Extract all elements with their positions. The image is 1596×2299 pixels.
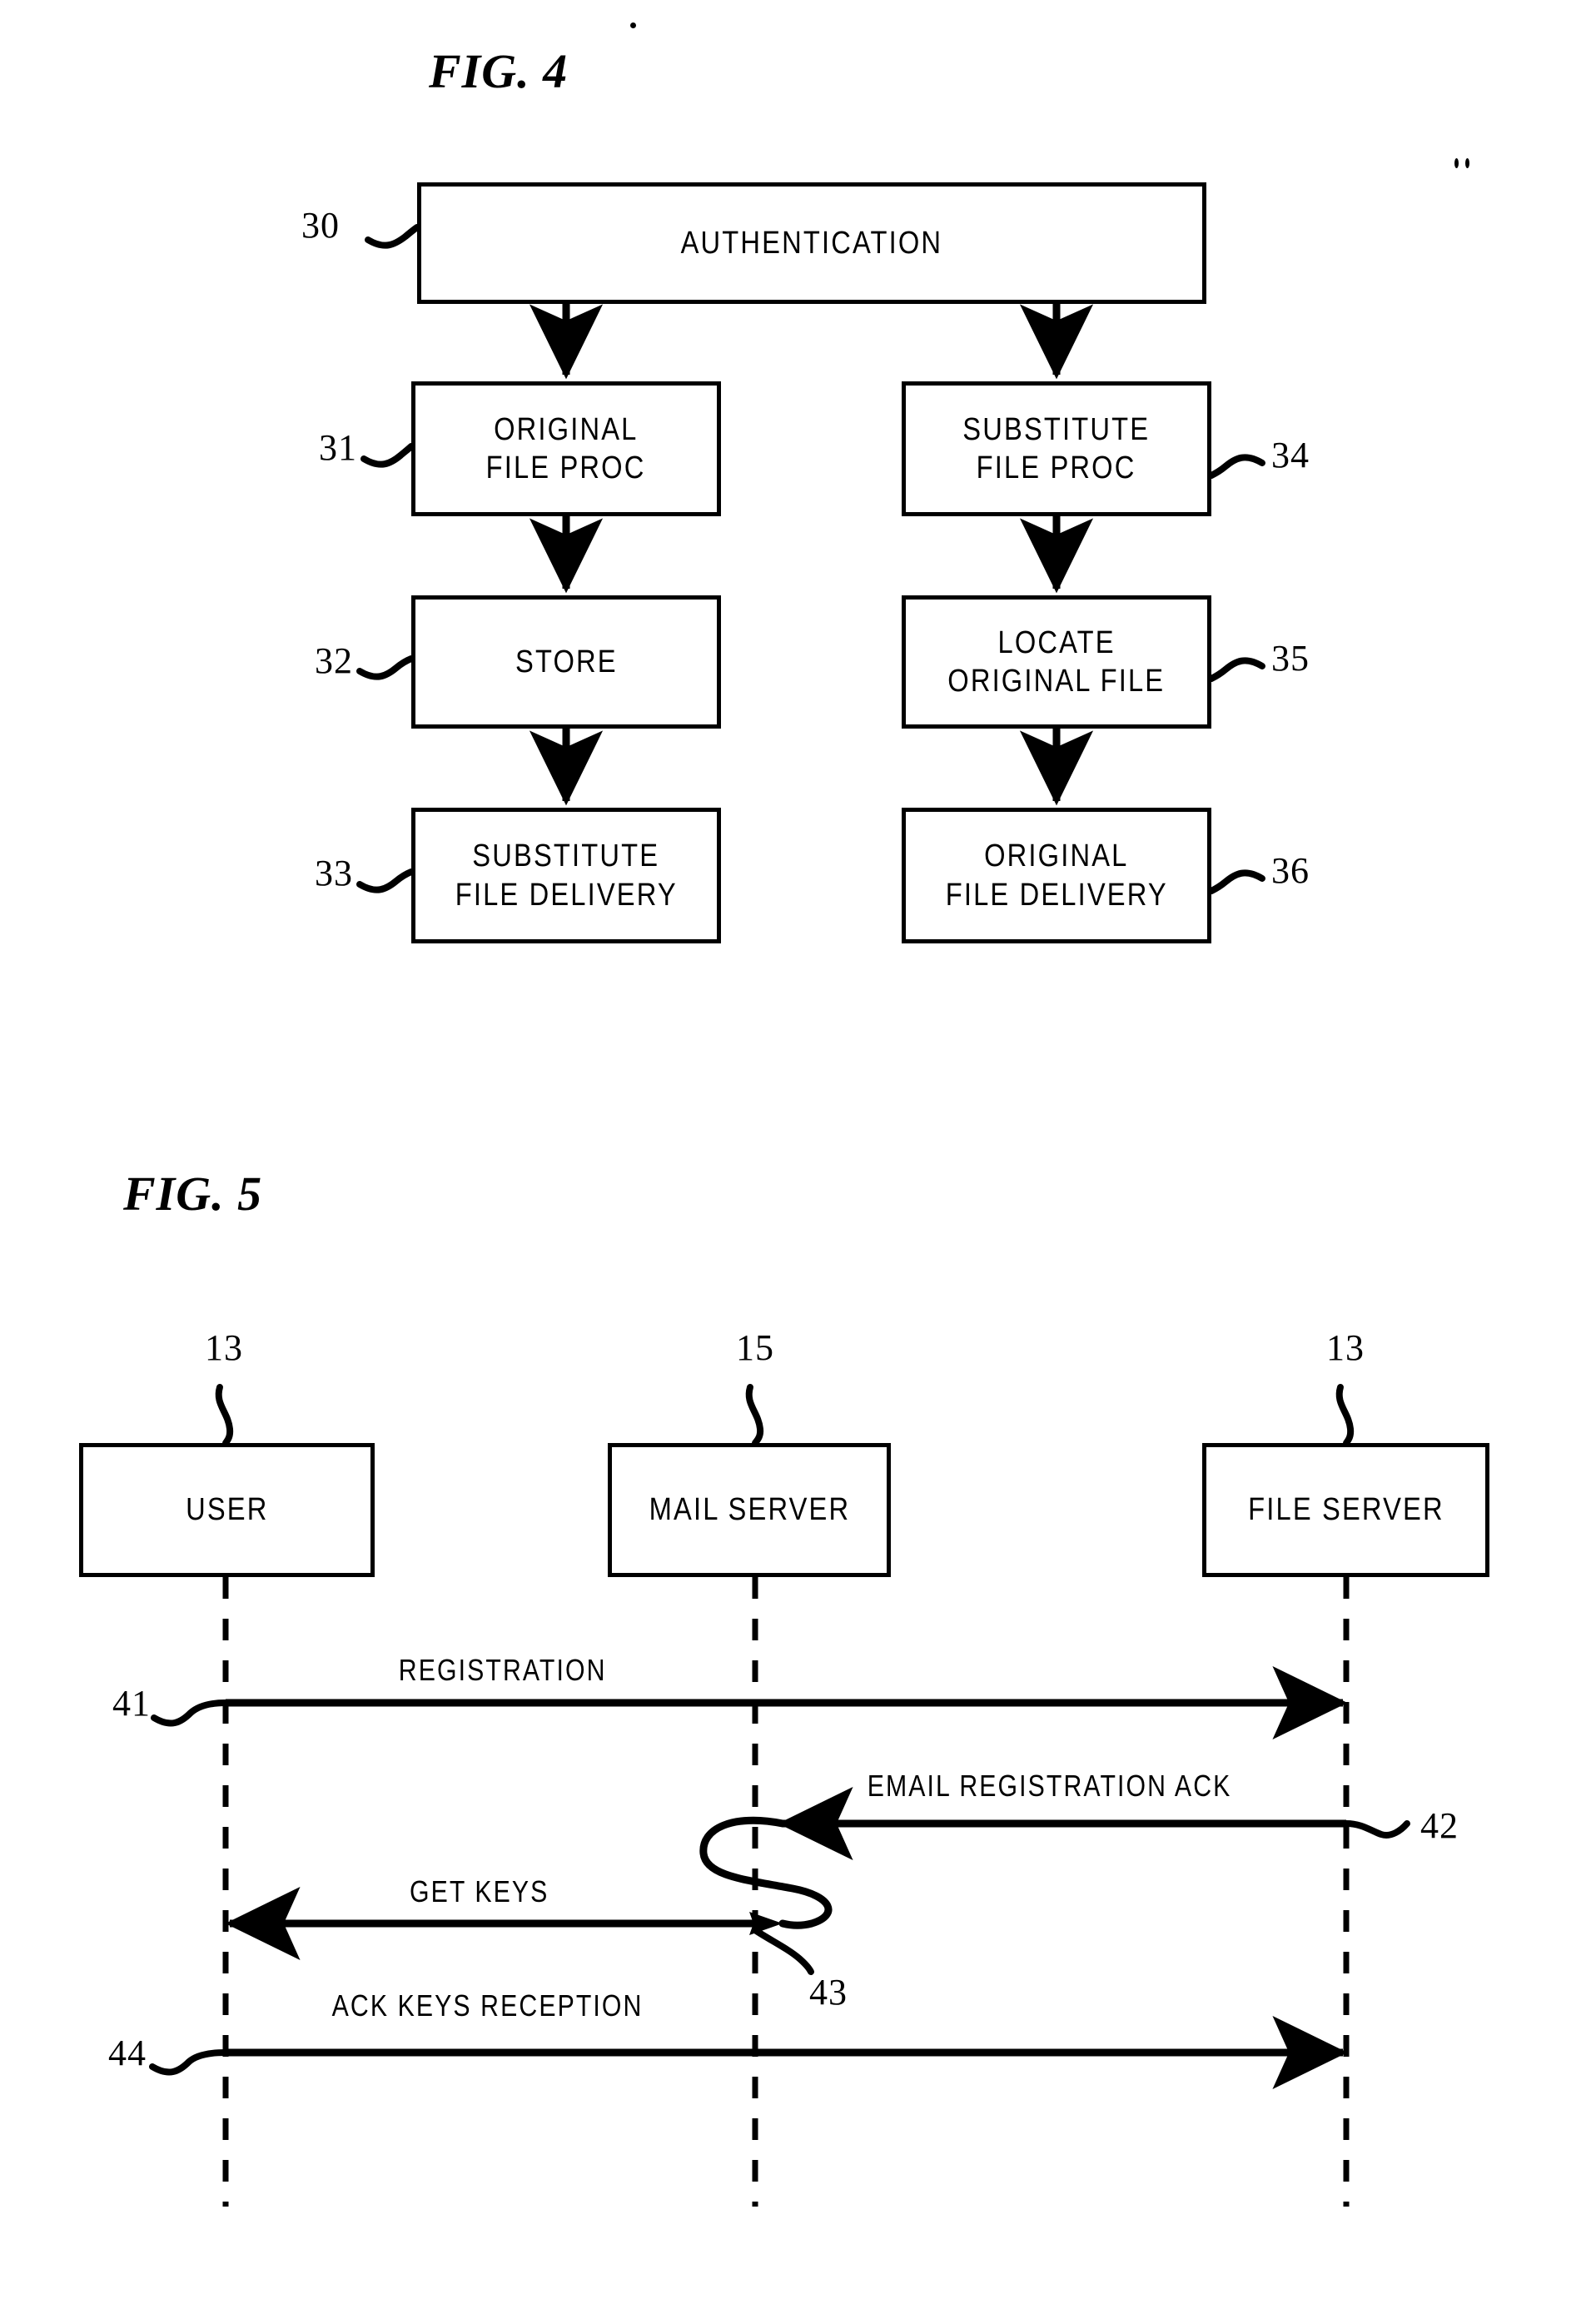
leader-line-15-mail-server [745,1384,764,1446]
flow-node-original-file-proc-label-line1: ORIGINAL [494,411,639,447]
leader-line-30 [365,224,420,249]
scan-speck [1465,158,1469,168]
lifeline-head-user: USER [79,1443,375,1577]
flow-node-original-file-delivery-label-line2: FILE DELIVERY [945,877,1168,913]
flow-node-substitute-file-proc-label-line2: FILE PROC [977,450,1136,485]
reference-numeral-35: 35 [1271,638,1310,679]
leader-line-34 [1208,454,1265,479]
flow-node-substitute-file-proc-label-line1: SUBSTITUTE [962,411,1151,447]
leader-line-43 [752,1927,814,1975]
lifeline-head-mail-server-label: MAIL SERVER [649,1492,850,1528]
leader-line-36 [1208,869,1265,894]
leader-line-44 [149,2049,229,2076]
flow-node-original-file-proc-label-line2: FILE PROC [486,450,646,485]
patent-drawing-sheet: FIG. 4 AUTHENTICATION 30 ORIGINAL FILE P… [0,0,1596,2299]
flow-node-store: STORE [411,595,721,729]
lifeline-head-file-server: FILE SERVER [1202,1443,1489,1577]
flow-node-substitute-file-delivery-label-line1: SUBSTITUTE [472,838,660,874]
reference-numeral-34: 34 [1271,435,1310,475]
reference-numeral-30: 30 [301,205,340,246]
leader-line-33 [356,868,415,893]
reference-numeral-43: 43 [809,1972,848,2013]
lifeline-head-user-label: USER [185,1492,269,1528]
flow-node-locate-original-file-label-line2: ORIGINAL FILE [947,664,1166,699]
reference-numeral-32: 32 [315,640,353,681]
scan-speck [630,22,636,28]
flow-node-original-file-delivery-label-line1: ORIGINAL [984,838,1129,874]
flow-node-authentication-label: AUTHENTICATION [680,225,943,261]
reference-numeral-44: 44 [108,2033,147,2073]
message-label-email-registration-ack: EMAIL REGISTRATION ACK [867,1769,1232,1803]
leader-line-13-file-server [1335,1384,1355,1446]
flow-node-substitute-file-delivery: SUBSTITUTE FILE DELIVERY [411,808,721,943]
reference-numeral-36: 36 [1271,850,1310,891]
leader-line-41 [151,1699,229,1727]
flow-node-authentication: AUTHENTICATION [417,182,1206,304]
figure-5-title: FIG. 5 [123,1167,263,1221]
leader-line-31 [360,443,415,468]
flow-node-original-file-proc: ORIGINAL FILE PROC [411,381,721,516]
message-label-ack-keys-reception: ACK KEYS RECEPTION [331,1988,644,2023]
reference-numeral-13-user: 13 [205,1327,243,1368]
flow-node-substitute-file-delivery-label-line2: FILE DELIVERY [455,877,678,913]
drawing-vector-layer [149,224,1410,2207]
message-label-get-keys: GET KEYS [409,1874,549,1908]
reference-numeral-31: 31 [319,427,357,468]
flow-node-store-label: STORE [515,644,618,679]
connector-s-curve-43 [699,1816,833,1929]
reference-numeral-15-mail-server: 15 [736,1327,774,1368]
flow-node-locate-original-file-label-line1: LOCATE [997,625,1116,660]
leader-line-32 [356,655,415,680]
reference-numeral-33: 33 [315,853,353,893]
reference-numeral-42: 42 [1420,1805,1459,1846]
flow-node-locate-original-file: LOCATE ORIGINAL FILE [902,595,1211,729]
lifeline-head-mail-server: MAIL SERVER [608,1443,891,1577]
reference-numeral-41: 41 [112,1683,151,1724]
reference-numeral-13-file-server: 13 [1326,1327,1365,1368]
flow-node-substitute-file-proc: SUBSTITUTE FILE PROC [902,381,1211,516]
message-label-registration: REGISTRATION [398,1653,607,1687]
message-arrow-get-keys [225,1886,783,1961]
leader-line-42 [1343,1820,1410,1839]
figure-4-title: FIG. 4 [429,44,569,98]
lifeline-head-file-server-label: FILE SERVER [1247,1492,1444,1528]
scan-speck [1454,158,1459,168]
leader-line-13-user [215,1384,234,1446]
leader-line-35 [1208,657,1265,682]
flow-node-original-file-delivery: ORIGINAL FILE DELIVERY [902,808,1211,943]
